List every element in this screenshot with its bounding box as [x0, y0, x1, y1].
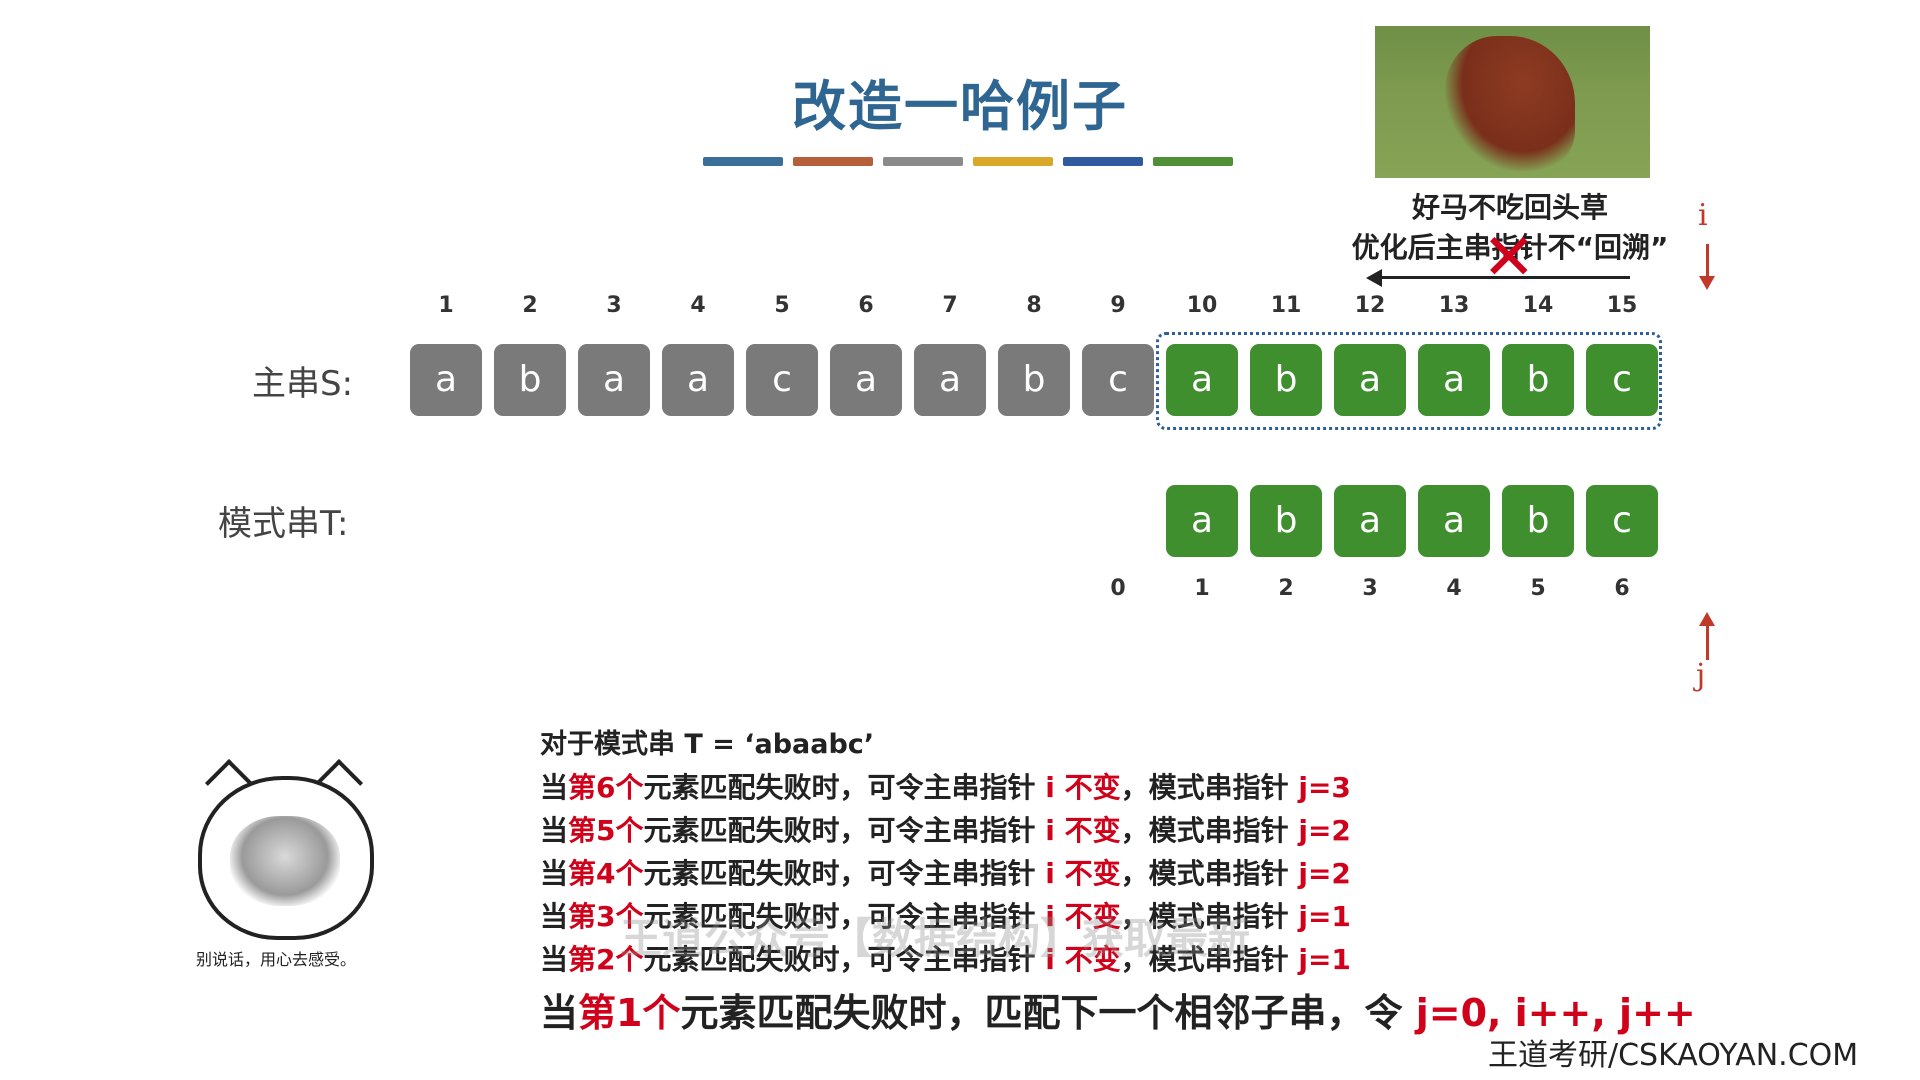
- main-string-cell: a: [578, 344, 650, 416]
- main-string-index: 8: [1026, 293, 1042, 318]
- main-string-index: 11: [1270, 293, 1302, 318]
- pattern-string-cell: b: [1502, 485, 1574, 557]
- rule-line: 当第4个元素匹配失败时，可令主串指针 i 不变，模式串指针 j=2: [540, 857, 1351, 890]
- main-string-cell: c: [1586, 344, 1658, 416]
- main-string-cell: a: [914, 344, 986, 416]
- main-string-cell: a: [1166, 344, 1238, 416]
- pattern-string-index: 0: [1110, 576, 1126, 601]
- main-string-label: 主串S:: [252, 364, 354, 404]
- pointer-j-label: j: [1696, 658, 1706, 693]
- main-string-index: 3: [606, 293, 622, 318]
- main-string-cell: c: [1082, 344, 1154, 416]
- main-string-cell: b: [998, 344, 1070, 416]
- pattern-string-index: 3: [1362, 576, 1378, 601]
- pointer-j-arrow: [1706, 624, 1709, 660]
- pattern-string-cell: a: [1418, 485, 1490, 557]
- proverb-caption: 好马不吃回头草: [1411, 191, 1608, 224]
- pattern-string-cell: a: [1334, 485, 1406, 557]
- main-string-cell: b: [494, 344, 566, 416]
- main-string-cell: a: [1418, 344, 1490, 416]
- arrow-left-icon: [1366, 269, 1382, 287]
- pointer-i-label: i: [1698, 198, 1708, 233]
- main-string-index: 14: [1522, 293, 1554, 318]
- main-string-index: 13: [1438, 293, 1470, 318]
- main-string-cell: a: [410, 344, 482, 416]
- pattern-string-index: 1: [1194, 576, 1210, 601]
- rule-line: 当第6个元素匹配失败时，可令主串指针 i 不变，模式串指针 j=3: [540, 771, 1351, 804]
- rule-line: 当第5个元素匹配失败时，可令主串指针 i 不变，模式串指针 j=2: [540, 814, 1351, 847]
- pattern-string-index: 4: [1446, 576, 1462, 601]
- main-string-index: 4: [690, 293, 706, 318]
- main-string-cell: c: [746, 344, 818, 416]
- slide-title: 改造一哈例子: [792, 75, 1128, 138]
- main-string-index: 10: [1186, 293, 1218, 318]
- color-bar: [1153, 157, 1233, 166]
- final-rule: 当第1个元素匹配失败时，匹配下一个相邻子串，令 j=0, i++, j++: [540, 991, 1696, 1035]
- brand-footer: 王道考研/CSKAOYAN.COM: [1488, 1038, 1859, 1073]
- color-bar: [883, 157, 963, 166]
- watermark: 王道公众号【数据结构】获取最新: [620, 914, 1251, 963]
- pattern-string-cell: a: [1166, 485, 1238, 557]
- main-string-cell: a: [1334, 344, 1406, 416]
- main-string-index: 12: [1354, 293, 1386, 318]
- description-heading: 对于模式串 T = ‘abaabc’: [540, 729, 875, 760]
- cross-icon: ✕: [1482, 221, 1536, 295]
- main-string-index: 2: [522, 293, 538, 318]
- meme-image: 别说话，用心去感受。: [172, 746, 408, 982]
- pattern-string-index: 6: [1614, 576, 1630, 601]
- color-bar: [793, 157, 873, 166]
- main-string-index: 15: [1606, 293, 1638, 318]
- main-string-index: 9: [1110, 293, 1126, 318]
- color-bar: [1063, 157, 1143, 166]
- main-string-cell: a: [830, 344, 902, 416]
- pattern-string-index: 2: [1278, 576, 1294, 601]
- main-string-index: 7: [942, 293, 958, 318]
- meme-caption: 别说话，用心去感受。: [196, 950, 357, 969]
- pattern-string-cell: b: [1250, 485, 1322, 557]
- main-string-index: 5: [774, 293, 790, 318]
- pattern-string-cell: c: [1586, 485, 1658, 557]
- pattern-string-index: 5: [1530, 576, 1546, 601]
- color-bar: [703, 157, 783, 166]
- horse-photo: [1375, 26, 1650, 178]
- main-string-cell: a: [662, 344, 734, 416]
- main-string-cell: b: [1502, 344, 1574, 416]
- arrow-down-icon: [1699, 276, 1715, 290]
- color-bar: [973, 157, 1053, 166]
- pattern-string-label: 模式串T:: [218, 504, 349, 544]
- main-string-cell: b: [1250, 344, 1322, 416]
- pointer-i-arrow: [1706, 244, 1709, 280]
- main-string-index: 6: [858, 293, 874, 318]
- main-string-index: 1: [438, 293, 454, 318]
